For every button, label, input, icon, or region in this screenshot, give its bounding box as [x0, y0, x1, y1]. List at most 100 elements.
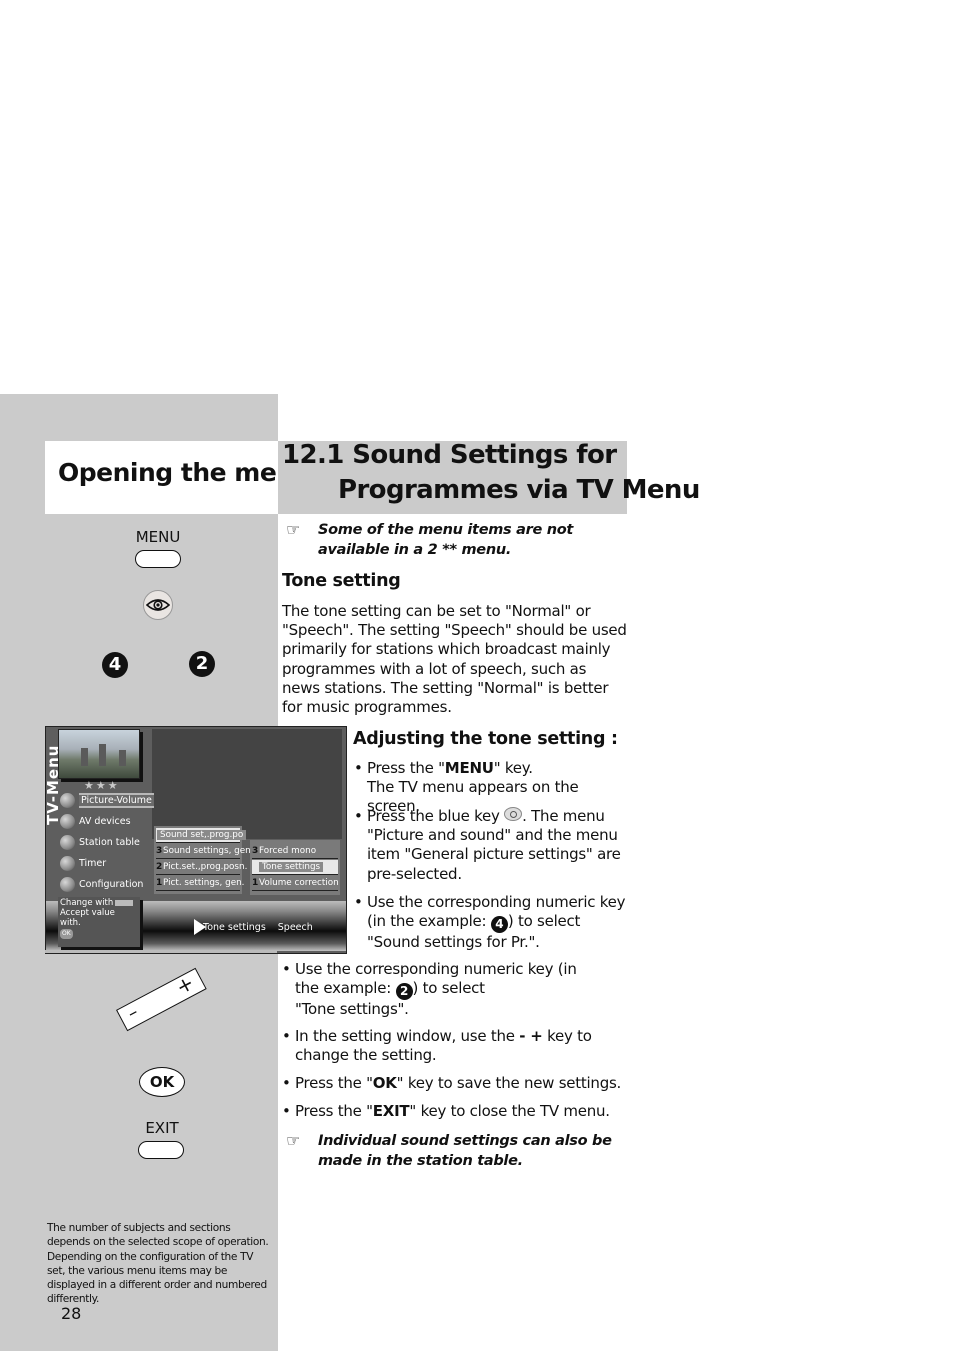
step-text-part: Press the ": [367, 759, 445, 777]
bullet-icon: •: [282, 1102, 291, 1120]
step-text: In the setting window, use the - + key t…: [282, 1027, 627, 1065]
tv-submenu-row: 3 Forced mono: [252, 844, 338, 859]
row-number: 3: [156, 846, 163, 856]
tv-status-label: Tone settings: [203, 921, 266, 933]
section-heading-line1: 12.1 Sound Settings for: [282, 440, 617, 470]
plus-icon: +: [171, 970, 198, 1000]
step-key-name: OK: [372, 1074, 397, 1092]
page-number: 28: [61, 1304, 82, 1323]
photo-tower: [99, 744, 106, 766]
step-text: Use the corresponding numeric key (in th…: [354, 893, 629, 952]
numeric-key-2-icon: 2: [189, 651, 215, 677]
step-text-part: Press the ": [295, 1074, 373, 1092]
bullet-icon: •: [282, 1027, 291, 1045]
menu-ball-icon: [60, 792, 75, 808]
numeric-key-2-icon: 2: [395, 983, 413, 1001]
row-number: 1: [156, 878, 163, 888]
tv-help-change: Change with: [60, 898, 114, 908]
pointing-hand-icon: ☞: [286, 520, 301, 539]
tone-setting-paragraph: The tone setting can be set to "Normal" …: [282, 602, 627, 717]
step-text-part: Press the blue key: [367, 807, 505, 825]
tv-menu-screenshot: ★★★ TV-Menu Picture-Volume AV devices St…: [45, 726, 347, 954]
minus-plus-key-icon: [115, 899, 134, 906]
bullet-icon: •: [354, 759, 363, 777]
tv-preview-image: [58, 729, 140, 779]
ok-key-icon: OK: [60, 929, 73, 939]
menu-ball-icon: [60, 855, 75, 871]
tv-submenu-row: Tone settings: [252, 860, 338, 875]
tv-menu-item: Configuration: [60, 875, 143, 893]
tv-help-accept: Accept value with.: [60, 908, 115, 928]
tv-submenu-row: 3 Sound settings, gen.: [156, 844, 254, 859]
eye-glyph-icon: [146, 599, 170, 611]
row-label: Sound set,.prog.po: [157, 830, 247, 840]
ok-key-icon: OK: [139, 1067, 185, 1097]
step-item: • Press the "EXIT" key to close the TV m…: [282, 1102, 627, 1121]
menu-key-label: MENU: [135, 528, 181, 546]
tv-status-value: Speech: [277, 921, 313, 933]
minus-plus-key-icon: - +: [519, 1027, 543, 1045]
photo-tower: [81, 748, 88, 766]
tv-status-line: Tone settings Speech: [194, 919, 313, 935]
tv-menu-item-label: AV devices: [79, 815, 131, 827]
row-label: Volume correction: [259, 878, 339, 888]
tv-submenu-row: 2 Pict.set.,prog.posn.: [156, 860, 247, 875]
step-item: • Use the corresponding numeric key (in …: [282, 960, 627, 1019]
tv-menu-item: Timer: [60, 854, 106, 872]
row-label: Sound settings, gen.: [163, 846, 254, 856]
row-number: 1: [252, 878, 259, 888]
tv-submenu-tone: 3 Forced mono Tone settings 1 Volume corre…: [250, 840, 340, 895]
exit-key-icon: [138, 1141, 184, 1159]
step-text: Press the blue key . The menu "Picture a…: [354, 807, 629, 884]
adjusting-heading: Adjusting the tone setting :: [353, 729, 618, 749]
row-label: Pict. settings, gen.: [163, 878, 245, 888]
tv-submenu-row: 1 Volume correction: [252, 876, 339, 891]
row-number: 3: [252, 846, 259, 856]
row-label: Pict.set.,prog.posn.: [163, 862, 248, 872]
tv-submenu-sound: Sound set,.prog.po 3 Sound settings, gen.…: [154, 826, 254, 894]
tv-menu-item-label: Configuration: [79, 878, 144, 890]
tv-help-box: Change with Accept value with. OK: [58, 897, 140, 947]
eye-icon: [143, 590, 173, 620]
sidebar-title: Opening the menu: [58, 458, 311, 487]
tv-menu-item: Picture-Volume: [60, 791, 154, 809]
note-menu-availability: Some of the menu items are not available…: [318, 522, 574, 558]
tv-menu-item: AV devices: [60, 812, 131, 830]
tv-frame-shadow: [45, 950, 277, 953]
bullet-icon: •: [282, 1074, 291, 1092]
photo-tower: [119, 750, 126, 766]
step-text-part: " key.: [493, 759, 533, 777]
numeric-key-4-icon: 4: [490, 916, 508, 934]
step-text-part: " key to close the TV menu.: [409, 1102, 610, 1120]
menu-ball-icon: [60, 876, 75, 892]
step-item: • Use the corresponding numeric key (in …: [354, 893, 629, 952]
tv-menu-item-label: Timer: [79, 857, 107, 869]
step-item: • In the setting window, use the - + key…: [282, 1027, 627, 1065]
tone-setting-heading: Tone setting: [282, 571, 401, 591]
bullet-icon: •: [354, 893, 363, 911]
step-text-part: " key to save the new settings.: [396, 1074, 622, 1092]
tv-menu-item-label: Station table: [79, 836, 140, 848]
step-item: • Press the "OK" key to save the new set…: [282, 1074, 627, 1093]
sidebar-footnote: The number of subjects and sections depe…: [47, 1222, 269, 1306]
step-text-part: "Tone settings".: [295, 1000, 409, 1019]
menu-ball-icon: [60, 834, 75, 850]
menu-key-icon: [135, 550, 181, 568]
step-key-name: MENU: [444, 759, 494, 777]
step-item: • Press the blue key . The menu "Picture…: [354, 807, 629, 884]
step-text-part: Press the ": [295, 1102, 373, 1120]
step-text-part: ) to select: [412, 979, 486, 998]
tv-submenu-row: Sound set,.prog.po: [156, 828, 247, 843]
bullet-icon: •: [354, 807, 363, 825]
row-label: Tone settings: [259, 862, 324, 872]
step-text: Press the "EXIT" key to close the TV men…: [282, 1102, 627, 1121]
tv-picture-area: [152, 729, 342, 839]
eye-icon: [504, 807, 523, 821]
minus-icon: –: [123, 1001, 142, 1025]
numeric-key-4-icon: 4: [102, 652, 128, 678]
menu-ball-icon: [60, 813, 75, 829]
tv-menu-item-label: Picture-Volume: [79, 792, 154, 808]
exit-key-label: EXIT: [145, 1119, 179, 1137]
step-text-part: In the setting window, use the: [295, 1027, 520, 1045]
row-label: Forced mono: [259, 846, 317, 856]
